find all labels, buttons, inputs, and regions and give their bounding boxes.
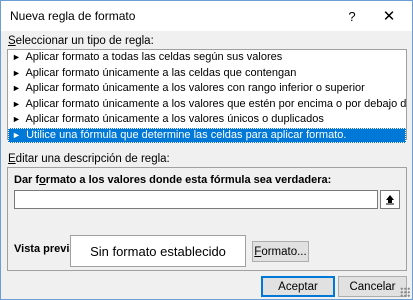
arrow-right-icon: ► <box>12 114 21 124</box>
arrow-right-icon: ► <box>12 52 21 62</box>
rule-type-item[interactable]: ► Aplicar formato a todas las celdas seg… <box>8 50 406 66</box>
rule-type-item-label: Aplicar formato únicamente a los valores… <box>25 97 406 110</box>
format-button[interactable]: Formato... <box>252 241 309 262</box>
rule-type-item-label: Aplicar formato únicamente a los valores… <box>25 113 324 125</box>
rule-type-item-label: Aplicar formato únicamente a los valores… <box>25 82 365 94</box>
format-preview: Sin formato establecido <box>70 235 246 267</box>
resize-grip-icon[interactable] <box>400 287 410 297</box>
rule-type-item[interactable]: ► Aplicar formato únicamente a los valor… <box>8 112 406 128</box>
formula-input[interactable] <box>14 190 378 209</box>
help-icon: ? <box>348 8 356 24</box>
new-format-rule-dialog: Nueva regla de formato ? ✕ Seleccionar u… <box>0 0 413 300</box>
preview-text: Sin formato establecido <box>90 243 226 259</box>
rule-type-item-selected[interactable]: ► Utilice una fórmula que determine las … <box>8 127 406 143</box>
title-bar[interactable]: Nueva regla de formato ? ✕ <box>1 1 412 31</box>
rule-type-heading: Seleccionar un tipo de regla: <box>8 35 154 47</box>
rule-type-item[interactable]: ► Aplicar formato únicamente a los valor… <box>8 97 406 113</box>
formula-label: Dar formato a los valores donde esta fór… <box>14 174 332 186</box>
arrow-right-icon: ► <box>12 67 21 78</box>
edit-description-heading: Editar una descripción de regla: <box>8 153 170 165</box>
collapse-dialog-button[interactable] <box>380 190 400 209</box>
rule-type-list[interactable]: ► Aplicar formato a todas las celdas seg… <box>7 49 407 143</box>
cancel-button[interactable]: Cancelar <box>338 276 407 297</box>
rule-type-item-label: Utilice una fórmula que determine las ce… <box>26 128 347 141</box>
arrow-right-icon: ► <box>12 98 21 109</box>
rule-type-item[interactable]: ► Aplicar formato únicamente a los valor… <box>8 81 406 97</box>
rule-description-panel: Dar formato a los valores donde esta fór… <box>7 167 407 271</box>
close-icon: ✕ <box>382 8 396 25</box>
close-button[interactable]: ✕ <box>366 1 412 31</box>
collapse-dialog-icon <box>386 195 394 205</box>
rule-type-item-label: Aplicar formato a todas las celdas según… <box>25 51 283 63</box>
rule-type-item-label: Aplicar formato únicamente a las celdas … <box>25 66 297 79</box>
arrow-right-icon: ► <box>12 129 21 140</box>
ok-button[interactable]: Aceptar <box>261 276 335 297</box>
rule-type-item[interactable]: ► Aplicar formato únicamente a las celda… <box>8 66 406 82</box>
dialog-title: Nueva regla de formato <box>10 9 136 23</box>
arrow-right-icon: ► <box>12 83 21 93</box>
